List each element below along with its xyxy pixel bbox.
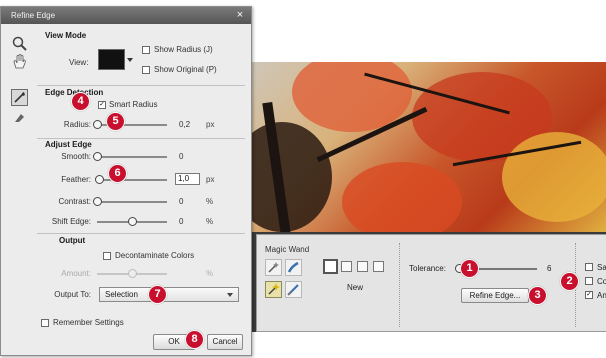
- new-selection-mode-icon[interactable]: [323, 259, 338, 274]
- sample-all-layers-label: Sar: [597, 263, 606, 272]
- anti-alias-checkbox[interactable]: ✓: [585, 291, 593, 299]
- chevron-down-icon[interactable]: [127, 58, 133, 62]
- close-icon[interactable]: ×: [233, 7, 247, 24]
- feather-slider-handle[interactable]: [95, 175, 105, 184]
- callout-badge-7: 7: [148, 285, 167, 304]
- amount-unit: %: [206, 269, 214, 278]
- tolerance-value: 6: [547, 264, 552, 273]
- callout-badge-2: 2: [560, 272, 579, 291]
- adjust-edge-title: Adjust Edge: [45, 140, 92, 149]
- smooth-value: 0: [179, 152, 184, 161]
- sample-all-layers-checkbox[interactable]: [585, 263, 593, 271]
- hand-tool-icon[interactable]: [11, 53, 28, 70]
- chevron-down-icon: [227, 293, 233, 297]
- show-radius-label: Show Radius (J): [154, 45, 213, 54]
- output-to-label: Output To:: [54, 290, 91, 299]
- show-radius-checkbox[interactable]: [142, 46, 150, 54]
- mode-label: New: [347, 283, 364, 292]
- feather-unit: px: [206, 175, 215, 184]
- output-title: Output: [59, 236, 86, 245]
- tool-options-panel: Magic Wand New Tolerance: 6 Refine Edge.…: [256, 234, 606, 332]
- view-mode-title: View Mode: [45, 31, 87, 40]
- callout-badge-1: 1: [460, 259, 479, 278]
- tolerance-label: Tolerance:: [409, 264, 446, 273]
- refine-edge-dialog: Refine Edge × View Mode View: Show Radiu…: [0, 6, 252, 356]
- cancel-button[interactable]: Cancel: [207, 334, 243, 350]
- foliage-patch: [342, 162, 462, 232]
- section-divider: [37, 85, 245, 86]
- contiguous-label: Cor: [597, 277, 606, 286]
- show-original-label: Show Original (P): [154, 65, 217, 74]
- foliage-patch: [252, 122, 332, 232]
- decontaminate-colors-label: Decontaminate Colors: [115, 251, 195, 260]
- add-selection-mode-icon[interactable]: [341, 261, 352, 272]
- show-original-checkbox[interactable]: [142, 66, 150, 74]
- amount-slider-handle: [128, 269, 137, 278]
- contrast-label: Contrast:: [58, 197, 91, 206]
- amount-label: Amount:: [61, 269, 91, 278]
- view-mode-thumbnail[interactable]: [98, 49, 125, 70]
- magic-wand-tool-icon[interactable]: [265, 259, 282, 276]
- smooth-label: Smooth:: [61, 152, 91, 161]
- callout-badge-5: 5: [106, 112, 125, 131]
- section-divider: [37, 233, 245, 234]
- remember-settings-checkbox[interactable]: [41, 319, 49, 327]
- zoom-tool-icon[interactable]: [11, 35, 28, 52]
- callout-badge-6: 6: [108, 164, 127, 183]
- selection-brush-tool-icon[interactable]: [285, 281, 302, 298]
- smart-radius-label: Smart Radius: [109, 100, 158, 109]
- autumn-tree-photo[interactable]: [252, 62, 606, 232]
- contrast-unit: %: [206, 197, 214, 206]
- contrast-slider-handle[interactable]: [93, 197, 102, 206]
- radius-slider-handle[interactable]: [93, 120, 102, 129]
- smooth-slider-track[interactable]: [97, 156, 167, 158]
- shift-edge-unit: %: [206, 217, 214, 226]
- view-label: View:: [69, 58, 89, 67]
- erase-refinements-tool-icon[interactable]: [11, 109, 28, 126]
- decontaminate-colors-checkbox[interactable]: [103, 252, 111, 260]
- shift-edge-value: 0: [179, 217, 184, 226]
- output-to-value: Selection: [105, 290, 138, 299]
- subtract-selection-mode-icon[interactable]: [357, 261, 368, 272]
- callout-badge-3: 3: [528, 286, 547, 305]
- shift-edge-slider-handle[interactable]: [128, 217, 137, 226]
- callout-badge-4: 4: [71, 92, 90, 111]
- magic-wand-active-icon[interactable]: [265, 281, 282, 298]
- panel-divider: [399, 243, 400, 327]
- smooth-slider-handle[interactable]: [93, 152, 102, 161]
- feather-input[interactable]: 1,0: [175, 173, 200, 185]
- anti-alias-label: Ant: [597, 291, 606, 300]
- shift-edge-label: Shift Edge:: [51, 217, 91, 226]
- quick-selection-tool-icon[interactable]: [285, 259, 302, 276]
- dialog-title: Refine Edge: [11, 11, 56, 20]
- contrast-slider-track[interactable]: [97, 201, 167, 203]
- refine-edge-button[interactable]: Refine Edge...: [461, 288, 529, 303]
- feather-slider-track[interactable]: [97, 179, 167, 181]
- intersect-selection-mode-icon[interactable]: [373, 261, 384, 272]
- radius-value: 0,2: [179, 120, 191, 129]
- section-divider: [37, 138, 245, 139]
- contiguous-checkbox[interactable]: [585, 277, 593, 285]
- radius-unit: px: [206, 120, 215, 129]
- output-to-select[interactable]: Selection: [99, 287, 239, 302]
- photo-editor-window: Magic Wand New Tolerance: 6 Refine Edge.…: [252, 62, 606, 332]
- smart-radius-checkbox[interactable]: ✓: [98, 101, 106, 109]
- contrast-value: 0: [179, 197, 184, 206]
- refine-radius-tool-icon[interactable]: [11, 89, 28, 106]
- feather-label: Feather:: [61, 175, 91, 184]
- remember-settings-label: Remember Settings: [53, 318, 124, 327]
- callout-badge-8: 8: [185, 330, 204, 349]
- dialog-title-bar[interactable]: Refine Edge: [1, 7, 251, 24]
- tool-name: Magic Wand: [265, 245, 310, 254]
- radius-label: Radius:: [63, 120, 91, 129]
